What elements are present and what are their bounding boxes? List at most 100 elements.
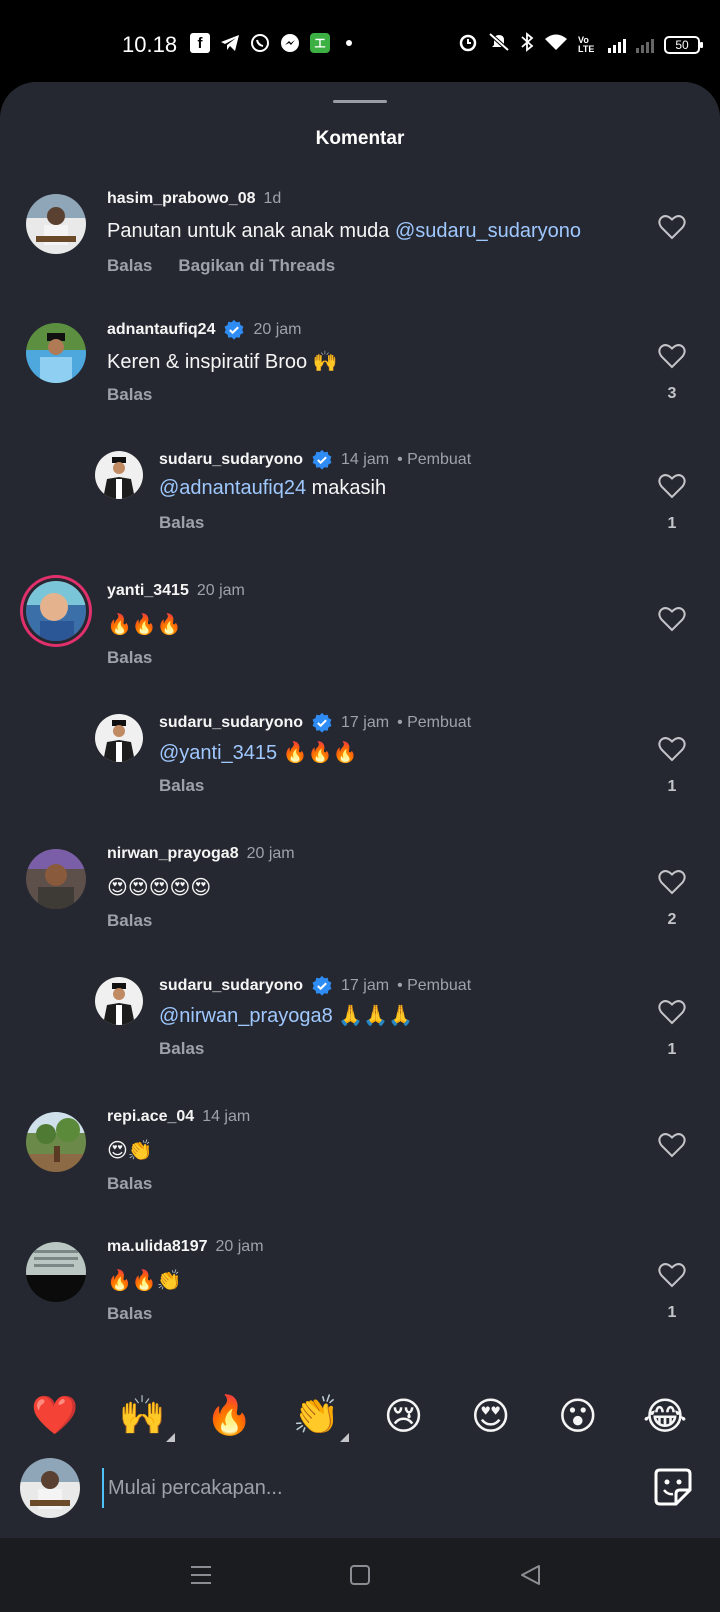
like-button[interactable] <box>658 606 686 632</box>
sheet-title: Komentar <box>315 128 405 149</box>
verified-badge-icon <box>312 449 332 470</box>
like-button[interactable]: 1 <box>658 1262 686 1322</box>
notification-icons: f 工 <box>190 33 352 53</box>
volte-icon: Vo LTE <box>578 34 595 54</box>
comment-body: 🙏🙏🙏 <box>332 1005 414 1027</box>
app-notification-icon: 工 <box>310 33 330 53</box>
comment-text: @nirwan_prayoga8 🙏🙏🙏 <box>159 1003 413 1028</box>
comment-time: 17 jam <box>341 977 390 994</box>
wifi-icon <box>544 33 568 56</box>
emoji-clap-button[interactable]: 👏 <box>291 1394 350 1442</box>
reply-button[interactable]: Balas <box>107 1304 152 1324</box>
comment-username[interactable]: hasim_prabowo_08 <box>107 190 256 208</box>
comment-text: 😍👏 <box>107 1140 153 1162</box>
comment-time: 1d <box>263 190 282 207</box>
like-button[interactable]: 1 <box>658 736 686 796</box>
comment-body: 🔥🔥🔥 <box>277 742 358 764</box>
like-button[interactable]: 2 <box>658 869 686 929</box>
emoji-crying-button[interactable]: 😢 <box>379 1394 429 1439</box>
status-time: 10.18 <box>122 32 178 57</box>
mute-icon <box>488 32 510 57</box>
comment-input[interactable] <box>102 1468 602 1508</box>
verified-badge-icon <box>312 712 332 733</box>
like-button[interactable]: 1 <box>658 473 686 533</box>
verified-badge-icon <box>225 319 244 340</box>
reply-button[interactable]: Balas <box>159 513 204 533</box>
emoji-heart-button[interactable]: ❤️ <box>30 1394 80 1438</box>
bluetooth-icon <box>520 32 534 57</box>
mention-link[interactable]: @sudaru_sudaryono <box>395 220 581 242</box>
comment-time: 20 jam <box>246 845 295 862</box>
more-notifications-dot <box>346 40 352 46</box>
like-button[interactable]: 3 <box>658 343 686 403</box>
comment-text: 🔥🔥👏 <box>107 1270 182 1292</box>
avatar[interactable] <box>26 581 86 641</box>
like-button[interactable] <box>658 1132 686 1158</box>
emoji-raised-hands-button[interactable]: 🙌 <box>117 1394 176 1442</box>
comment-text: 🔥🔥🔥 <box>107 614 182 636</box>
reply-button[interactable]: Balas <box>159 776 204 796</box>
sticker-button[interactable] <box>652 1466 694 1508</box>
creator-label: • Pembuat <box>397 977 472 994</box>
comment-time: 14 jam <box>341 451 390 468</box>
avatar[interactable] <box>95 714 143 762</box>
comment-time: 20 jam <box>253 321 302 338</box>
avatar[interactable] <box>95 451 143 499</box>
comment-username[interactable]: sudaru_sudaryono <box>159 714 303 732</box>
like-count: 1 <box>667 1304 677 1321</box>
like-count: 1 <box>667 1041 677 1058</box>
avatar[interactable] <box>26 1242 86 1302</box>
reply-button[interactable]: Balas <box>107 648 152 668</box>
emoji-surprised-button[interactable]: 😮 <box>553 1394 603 1439</box>
avatar[interactable] <box>95 977 143 1025</box>
reply-button[interactable]: Balas <box>159 1039 204 1059</box>
mention-link[interactable]: @yanti_3415 <box>159 742 277 764</box>
comment-username[interactable]: ma.ulida8197 <box>107 1238 208 1256</box>
like-count: 1 <box>667 778 677 795</box>
reply-button[interactable]: Balas <box>107 256 152 276</box>
comment-text: Keren & inspiratif Broo 🙌 <box>107 351 338 373</box>
reply-button[interactable]: Balas <box>107 385 152 405</box>
telegram-icon <box>220 33 240 53</box>
mention-link[interactable]: @adnantaufiq24 <box>159 477 306 499</box>
system-navigation-bar <box>0 1538 720 1612</box>
emoji-glyph: 🙌 <box>118 1395 166 1437</box>
avatar[interactable] <box>26 194 86 254</box>
emoji-reaction-bar: ❤️ 🙌 🔥 👏 😢 😍 😮 😂 <box>0 1378 720 1454</box>
mention-link[interactable]: @nirwan_prayoga8 <box>159 1005 333 1027</box>
heart-outline-icon <box>658 344 686 369</box>
sticker-icon <box>654 1468 692 1506</box>
reply-button[interactable]: Balas <box>107 911 152 931</box>
comment-text: @yanti_3415 🔥🔥🔥 <box>159 740 357 765</box>
comment-text: 😍😍😍😍😍 <box>107 877 212 899</box>
triangle-back-icon[interactable] <box>518 1562 544 1588</box>
comment-username[interactable]: sudaru_sudaryono <box>159 977 303 995</box>
comment-text: Panutan untuk anak anak muda @sudaru_sud… <box>107 220 581 243</box>
square-home-icon[interactable] <box>347 1562 373 1588</box>
comment-username[interactable]: repi.ace_04 <box>107 1108 194 1126</box>
like-button[interactable] <box>658 214 686 240</box>
avatar[interactable] <box>26 323 86 383</box>
comment-username[interactable]: yanti_3415 <box>107 582 189 600</box>
avatar[interactable] <box>26 849 86 909</box>
menu-icon[interactable] <box>188 1562 214 1588</box>
whatsapp-icon <box>250 33 270 53</box>
comment-username[interactable]: adnantaufiq24 <box>107 321 215 339</box>
like-button[interactable]: 1 <box>658 999 686 1059</box>
heart-outline-icon <box>658 1000 686 1025</box>
comment-username[interactable]: nirwan_prayoga8 <box>107 845 239 863</box>
alarm-icon <box>458 32 478 57</box>
system-icons: Vo LTE 50 <box>458 32 703 57</box>
share-threads-button[interactable]: Bagikan di Threads <box>178 256 335 276</box>
comment-body: Panutan untuk anak anak muda <box>107 220 395 242</box>
comment-time: 20 jam <box>196 582 245 599</box>
avatar[interactable] <box>26 1112 86 1172</box>
emoji-laughing-button[interactable]: 😂 <box>640 1394 690 1439</box>
comment-username[interactable]: sudaru_sudaryono <box>159 451 303 469</box>
sheet-drag-handle[interactable] <box>333 100 387 103</box>
heart-outline-icon <box>658 1133 686 1158</box>
facebook-icon: f <box>190 33 210 53</box>
reply-button[interactable]: Balas <box>107 1174 152 1194</box>
emoji-fire-button[interactable]: 🔥 <box>204 1394 254 1438</box>
emoji-heart-eyes-button[interactable]: 😍 <box>466 1394 516 1439</box>
